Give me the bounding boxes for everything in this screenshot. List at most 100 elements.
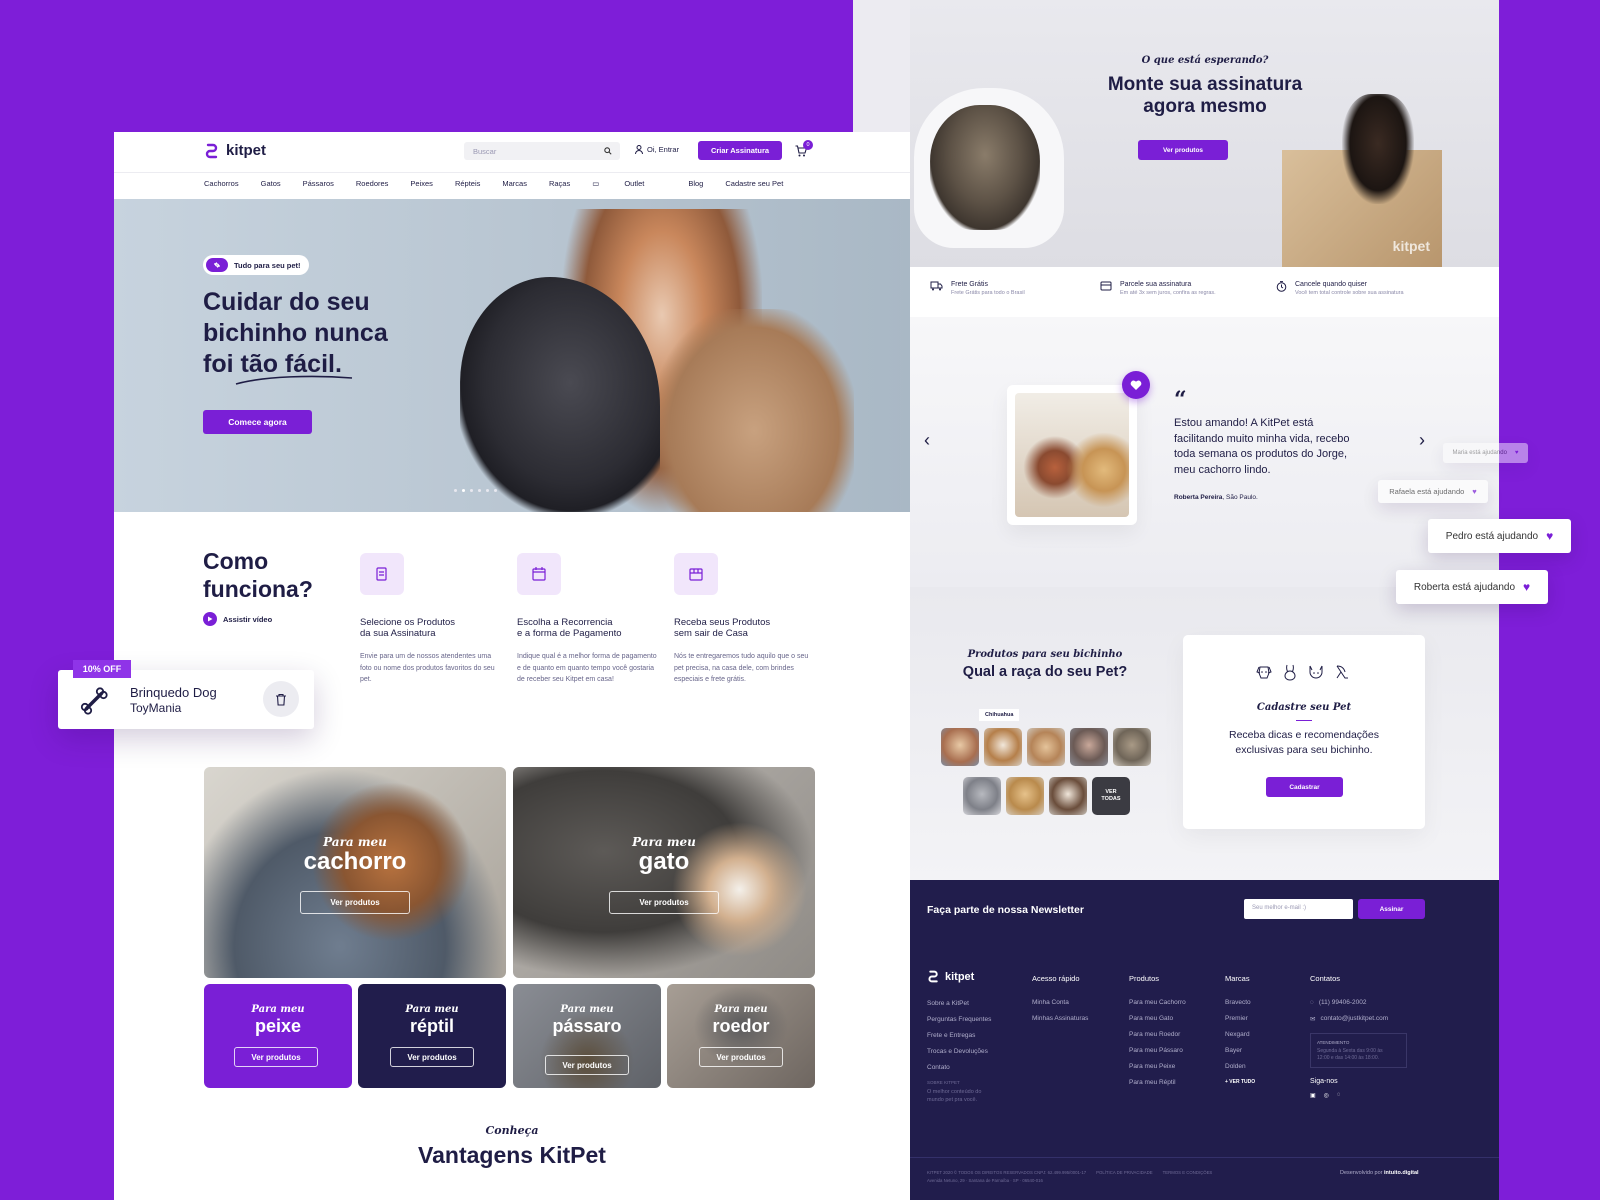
view-products-button[interactable]: Ver produtos — [609, 891, 719, 914]
favorite-button[interactable] — [1122, 371, 1150, 399]
register-button[interactable]: Cadastrar — [1266, 777, 1343, 797]
view-products-button[interactable]: Ver produtos — [300, 891, 410, 914]
breed-thumb[interactable] — [1006, 777, 1044, 815]
terms-link[interactable]: TERMOS E CONDIÇÕES — [1163, 1170, 1213, 1175]
nav-item[interactable]: Peixes — [410, 179, 433, 188]
testimonial-line: meu cachorro lindo. — [1174, 463, 1271, 476]
testimonial-photo — [1015, 393, 1129, 517]
newsletter-email-input[interactable]: Seu melhor e-mail :) — [1244, 899, 1353, 919]
nav-item[interactable]: Marcas — [502, 179, 527, 188]
testimonial-photo-frame — [1007, 385, 1137, 525]
breed-thumb[interactable] — [1027, 728, 1065, 766]
footer-col-contacts: Contatos ◌ (11) 99406-2002 ✉ contato@justk… — [1310, 974, 1407, 1099]
breed-thumb[interactable] — [1070, 728, 1108, 766]
footer-link[interactable]: Para meu Pássaro — [1129, 1047, 1186, 1054]
see-all-breeds[interactable]: VER TODAS — [1092, 777, 1130, 815]
carousel-dot[interactable] — [470, 489, 473, 492]
nav-item[interactable]: Répteis — [455, 179, 480, 188]
footer-email[interactable]: ✉ contato@justkitpet.com — [1310, 1015, 1407, 1023]
footer-link[interactable]: Premier — [1225, 1015, 1255, 1022]
see-all-label: VER TODAS — [1101, 789, 1121, 802]
footer-phone[interactable]: ◌ (11) 99406-2002 — [1310, 999, 1407, 1006]
cart-button[interactable]: 0 — [795, 140, 813, 162]
nav-item[interactable]: Pássaros — [303, 179, 334, 188]
view-products-button[interactable]: Ver produtos — [545, 1055, 629, 1075]
carousel-dot-active[interactable] — [462, 489, 465, 492]
footer-link[interactable]: Dolden — [1225, 1063, 1255, 1070]
category-card-bird[interactable]: Para meu pássaro Ver produtos — [513, 984, 661, 1088]
register-text-line: exclusivas para seu bichinho. — [1235, 744, 1373, 756]
box-logo: kitpet — [1392, 238, 1430, 254]
privacy-link[interactable]: POLÍTICA DE PRIVACIDADE — [1096, 1170, 1153, 1175]
cta-kicker: O que está esperando? — [1141, 55, 1269, 66]
nav-item-outlet[interactable]: ▭ Outlet — [592, 179, 666, 188]
footer-link[interactable]: Para meu Gato — [1129, 1015, 1186, 1022]
hero-banner: Tudo para seu pet! Cuidar do seu bichinh… — [114, 199, 910, 512]
footer-link[interactable]: Para meu Peixe — [1129, 1063, 1186, 1070]
start-now-button[interactable]: Comece agora — [203, 410, 312, 434]
next-arrow[interactable]: › — [1419, 430, 1425, 451]
hours-text: Segunda à Sexta das 9:00 às — [1317, 1048, 1383, 1054]
breed-thumb[interactable] — [1113, 728, 1151, 766]
breed-thumb-chihuahua[interactable] — [941, 728, 979, 766]
login-link[interactable]: Oi, Entrar — [635, 145, 679, 154]
view-products-button[interactable]: Ver produtos — [390, 1047, 474, 1067]
logo[interactable]: kitpet — [204, 142, 266, 159]
footer-link[interactable]: Para meu Réptil — [1129, 1079, 1186, 1086]
carousel-dot[interactable] — [494, 489, 497, 492]
footer-link[interactable]: Minhas Assinaturas — [1032, 1015, 1088, 1022]
previous-arrow[interactable]: ‹ — [924, 430, 930, 451]
carousel-dot[interactable] — [478, 489, 481, 492]
view-products-button[interactable]: Ver produtos — [1138, 140, 1228, 160]
search-input[interactable]: Buscar — [464, 142, 620, 160]
nav-label: Outlet — [624, 179, 645, 188]
step-text: Nós te entregaremos tudo aquilo que o se… — [674, 653, 809, 683]
footer-link[interactable]: Bayer — [1225, 1047, 1255, 1054]
carousel-dot[interactable] — [486, 489, 489, 492]
search-icon[interactable] — [604, 147, 612, 155]
footer-link[interactable]: Para meu Cachorro — [1129, 999, 1186, 1006]
nav-item[interactable]: Gatos — [261, 179, 281, 188]
nav-item[interactable]: Cachorros — [204, 179, 239, 188]
nav-item[interactable]: Roedores — [356, 179, 389, 188]
footer-link[interactable]: Bravecto — [1225, 999, 1255, 1006]
breed-thumb[interactable] — [1049, 777, 1087, 815]
breed-thumb[interactable] — [963, 777, 1001, 815]
category-card-rodent[interactable]: Para meu roedor Ver produtos — [667, 984, 815, 1088]
whatsapp-icon[interactable]: ◌ — [1337, 1092, 1341, 1099]
view-products-button[interactable]: Ver produtos — [699, 1047, 783, 1067]
category-card-dog[interactable]: Para meu cachorro Ver produtos — [204, 767, 506, 978]
footer-col-quick: Acesso rápido Minha Conta Minhas Assinat… — [1032, 974, 1088, 1031]
footer-link[interactable]: Sobre a KitPet — [927, 1000, 991, 1007]
promo-product-card[interactable]: 10% OFF Brinquedo Dog ToyMania — [58, 660, 314, 729]
discount-badge: 10% OFF — [73, 660, 131, 678]
category-card-fish[interactable]: Para meu peixe Ver produtos — [204, 984, 352, 1088]
footer-link[interactable]: Frete e Entregas — [927, 1032, 991, 1039]
testimonial-line: Estou amando! A KitPet está — [1174, 417, 1314, 429]
breed-thumb[interactable] — [984, 728, 1022, 766]
register-text-line: Receba dicas e recomendações — [1228, 729, 1379, 741]
watch-video-link[interactable]: Assistir vídeo — [203, 612, 272, 626]
facebook-icon[interactable]: ▣ — [1310, 1092, 1316, 1099]
footer-see-all[interactable]: + VER TUDO — [1225, 1079, 1255, 1085]
subscribe-button[interactable]: Assinar — [1358, 899, 1425, 919]
footer-link[interactable]: Para meu Roedor — [1129, 1031, 1186, 1038]
nav-item[interactable]: Raças — [549, 179, 570, 188]
footer-link[interactable]: Perguntas Frequentes — [927, 1016, 991, 1023]
create-subscription-button[interactable]: Criar Assinatura — [698, 141, 782, 160]
developer-name[interactable]: intuito.digital — [1384, 1170, 1419, 1176]
footer-logo[interactable]: kitpet — [927, 970, 974, 983]
footer-link[interactable]: Contato — [927, 1064, 991, 1071]
nav-item[interactable]: Blog — [688, 179, 703, 188]
view-products-button[interactable]: Ver produtos — [234, 1047, 318, 1067]
nav-item[interactable]: Cadastre seu Pet — [725, 179, 783, 188]
category-card-reptile[interactable]: Para meu réptil Ver produtos — [358, 984, 506, 1088]
footer-link[interactable]: Trocas e Devoluções — [927, 1048, 991, 1055]
footer-link[interactable]: Minha Conta — [1032, 999, 1088, 1006]
instagram-icon[interactable]: ◎ — [1324, 1092, 1329, 1099]
delete-button[interactable] — [263, 681, 299, 717]
footer-link[interactable]: Nexgard — [1225, 1031, 1255, 1038]
email-text: contato@justkitpet.com — [1320, 1015, 1389, 1022]
category-card-cat[interactable]: Para meu gato Ver produtos — [513, 767, 815, 978]
carousel-dot[interactable] — [454, 489, 457, 492]
